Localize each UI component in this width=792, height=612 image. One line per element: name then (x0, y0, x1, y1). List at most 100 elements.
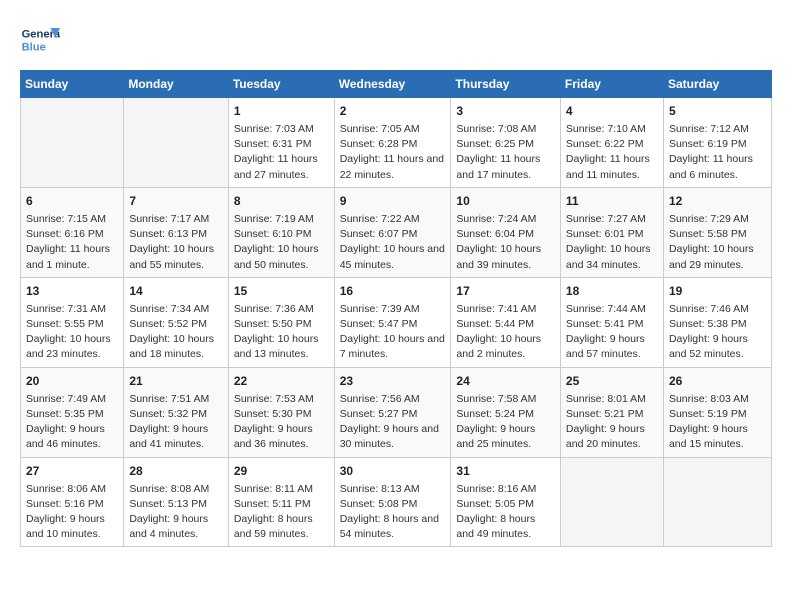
sunset: Sunset: 6:19 PM (669, 138, 747, 150)
sunset: Sunset: 5:55 PM (26, 318, 104, 330)
day-number: 22 (234, 372, 329, 390)
calendar-cell: 22 Sunrise: 7:53 AM Sunset: 5:30 PM Dayl… (228, 367, 334, 457)
day-number: 21 (129, 372, 222, 390)
sunrise: Sunrise: 7:05 AM (340, 123, 420, 135)
sunset: Sunset: 5:32 PM (129, 408, 207, 420)
calendar-cell: 15 Sunrise: 7:36 AM Sunset: 5:50 PM Dayl… (228, 277, 334, 367)
daylight: Daylight: 11 hours and 22 minutes. (340, 153, 444, 180)
calendar-cell (21, 98, 124, 188)
cell-content: Sunrise: 7:44 AM Sunset: 5:41 PM Dayligh… (566, 302, 658, 363)
sunrise: Sunrise: 7:17 AM (129, 213, 209, 225)
calendar-cell: 20 Sunrise: 7:49 AM Sunset: 5:35 PM Dayl… (21, 367, 124, 457)
weekday-header-tuesday: Tuesday (228, 71, 334, 98)
sunrise: Sunrise: 7:51 AM (129, 393, 209, 405)
day-number: 4 (566, 102, 658, 120)
calendar-cell: 5 Sunrise: 7:12 AM Sunset: 6:19 PM Dayli… (663, 98, 771, 188)
sunrise: Sunrise: 7:31 AM (26, 303, 106, 315)
daylight: Daylight: 11 hours and 6 minutes. (669, 153, 753, 180)
calendar-cell (663, 457, 771, 547)
sunset: Sunset: 5:13 PM (129, 498, 207, 510)
day-number: 23 (340, 372, 446, 390)
day-number: 14 (129, 282, 222, 300)
svg-text:Blue: Blue (22, 41, 46, 53)
sunset: Sunset: 5:41 PM (566, 318, 644, 330)
logo: General Blue (20, 20, 64, 60)
daylight: Daylight: 10 hours and 34 minutes. (566, 243, 651, 270)
sunset: Sunset: 6:04 PM (456, 228, 534, 240)
cell-content: Sunrise: 7:49 AM Sunset: 5:35 PM Dayligh… (26, 392, 118, 453)
cell-content: Sunrise: 7:41 AM Sunset: 5:44 PM Dayligh… (456, 302, 555, 363)
cell-content: Sunrise: 7:03 AM Sunset: 6:31 PM Dayligh… (234, 122, 329, 183)
sunset: Sunset: 6:10 PM (234, 228, 312, 240)
sunset: Sunset: 6:16 PM (26, 228, 104, 240)
sunset: Sunset: 6:25 PM (456, 138, 534, 150)
weekday-header-wednesday: Wednesday (334, 71, 451, 98)
calendar-cell: 4 Sunrise: 7:10 AM Sunset: 6:22 PM Dayli… (560, 98, 663, 188)
day-number: 2 (340, 102, 446, 120)
sunrise: Sunrise: 7:49 AM (26, 393, 106, 405)
calendar-cell: 18 Sunrise: 7:44 AM Sunset: 5:41 PM Dayl… (560, 277, 663, 367)
calendar-cell: 23 Sunrise: 7:56 AM Sunset: 5:27 PM Dayl… (334, 367, 451, 457)
sunset: Sunset: 6:22 PM (566, 138, 644, 150)
cell-content: Sunrise: 7:15 AM Sunset: 6:16 PM Dayligh… (26, 212, 118, 273)
day-number: 1 (234, 102, 329, 120)
sunset: Sunset: 5:35 PM (26, 408, 104, 420)
daylight: Daylight: 11 hours and 11 minutes. (566, 153, 650, 180)
cell-content: Sunrise: 7:34 AM Sunset: 5:52 PM Dayligh… (129, 302, 222, 363)
sunset: Sunset: 5:30 PM (234, 408, 312, 420)
day-number: 20 (26, 372, 118, 390)
day-number: 26 (669, 372, 766, 390)
cell-content: Sunrise: 8:16 AM Sunset: 5:05 PM Dayligh… (456, 482, 555, 543)
day-number: 13 (26, 282, 118, 300)
sunrise: Sunrise: 8:06 AM (26, 483, 106, 495)
cell-content: Sunrise: 7:53 AM Sunset: 5:30 PM Dayligh… (234, 392, 329, 453)
calendar-cell: 31 Sunrise: 8:16 AM Sunset: 5:05 PM Dayl… (451, 457, 561, 547)
sunset: Sunset: 5:44 PM (456, 318, 534, 330)
sunrise: Sunrise: 7:15 AM (26, 213, 106, 225)
cell-content: Sunrise: 7:31 AM Sunset: 5:55 PM Dayligh… (26, 302, 118, 363)
calendar-cell: 25 Sunrise: 8:01 AM Sunset: 5:21 PM Dayl… (560, 367, 663, 457)
sunset: Sunset: 5:58 PM (669, 228, 747, 240)
cell-content: Sunrise: 7:27 AM Sunset: 6:01 PM Dayligh… (566, 212, 658, 273)
calendar-cell: 30 Sunrise: 8:13 AM Sunset: 5:08 PM Dayl… (334, 457, 451, 547)
weekday-header-friday: Friday (560, 71, 663, 98)
daylight: Daylight: 9 hours and 4 minutes. (129, 513, 208, 540)
sunset: Sunset: 6:28 PM (340, 138, 418, 150)
sunset: Sunset: 5:50 PM (234, 318, 312, 330)
sunrise: Sunrise: 7:44 AM (566, 303, 646, 315)
daylight: Daylight: 10 hours and 2 minutes. (456, 333, 541, 360)
sunrise: Sunrise: 7:53 AM (234, 393, 314, 405)
sunset: Sunset: 5:05 PM (456, 498, 534, 510)
weekday-header-saturday: Saturday (663, 71, 771, 98)
day-number: 12 (669, 192, 766, 210)
sunrise: Sunrise: 7:39 AM (340, 303, 420, 315)
sunrise: Sunrise: 7:41 AM (456, 303, 536, 315)
daylight: Daylight: 10 hours and 23 minutes. (26, 333, 111, 360)
day-number: 10 (456, 192, 555, 210)
sunset: Sunset: 6:31 PM (234, 138, 312, 150)
calendar-cell: 3 Sunrise: 7:08 AM Sunset: 6:25 PM Dayli… (451, 98, 561, 188)
daylight: Daylight: 8 hours and 59 minutes. (234, 513, 313, 540)
cell-content: Sunrise: 8:06 AM Sunset: 5:16 PM Dayligh… (26, 482, 118, 543)
daylight: Daylight: 11 hours and 27 minutes. (234, 153, 318, 180)
day-number: 9 (340, 192, 446, 210)
day-number: 28 (129, 462, 222, 480)
sunset: Sunset: 5:24 PM (456, 408, 534, 420)
calendar-table: SundayMondayTuesdayWednesdayThursdayFrid… (20, 70, 772, 547)
day-number: 8 (234, 192, 329, 210)
sunrise: Sunrise: 7:34 AM (129, 303, 209, 315)
weekday-header-sunday: Sunday (21, 71, 124, 98)
sunset: Sunset: 5:16 PM (26, 498, 104, 510)
cell-content: Sunrise: 7:17 AM Sunset: 6:13 PM Dayligh… (129, 212, 222, 273)
cell-content: Sunrise: 7:51 AM Sunset: 5:32 PM Dayligh… (129, 392, 222, 453)
sunrise: Sunrise: 7:29 AM (669, 213, 749, 225)
sunset: Sunset: 5:27 PM (340, 408, 418, 420)
cell-content: Sunrise: 7:05 AM Sunset: 6:28 PM Dayligh… (340, 122, 446, 183)
calendar-cell: 29 Sunrise: 8:11 AM Sunset: 5:11 PM Dayl… (228, 457, 334, 547)
cell-content: Sunrise: 7:39 AM Sunset: 5:47 PM Dayligh… (340, 302, 446, 363)
sunset: Sunset: 5:21 PM (566, 408, 644, 420)
sunrise: Sunrise: 7:27 AM (566, 213, 646, 225)
calendar-cell: 7 Sunrise: 7:17 AM Sunset: 6:13 PM Dayli… (124, 187, 228, 277)
sunrise: Sunrise: 7:22 AM (340, 213, 420, 225)
day-number: 25 (566, 372, 658, 390)
